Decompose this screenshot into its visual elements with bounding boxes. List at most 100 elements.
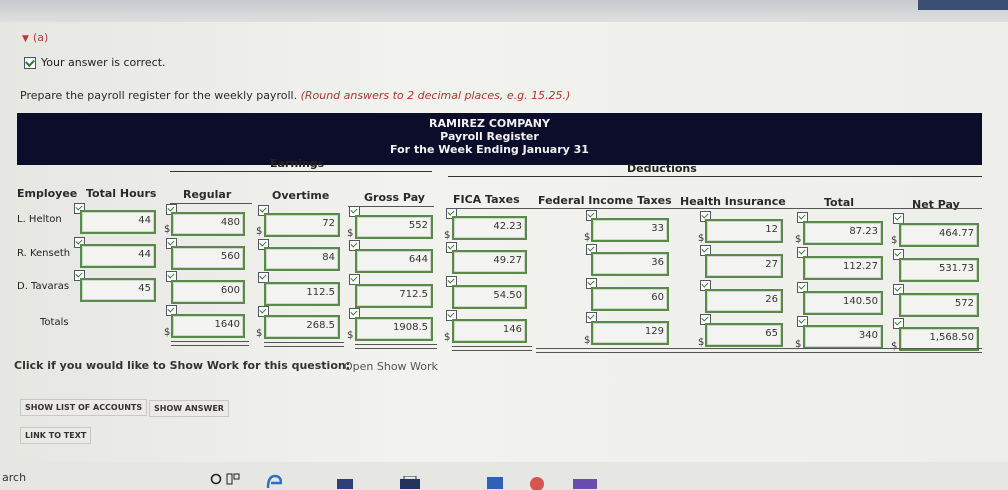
total-deductions-input[interactable]: 340 xyxy=(803,325,883,349)
fica-input[interactable]: 42.23 xyxy=(452,216,527,240)
earnings-group-label: Earnings xyxy=(270,157,325,170)
hours-input[interactable]: 45 xyxy=(80,278,156,302)
dollar-sign: $ xyxy=(256,226,263,237)
double-underline xyxy=(452,346,532,351)
total-input[interactable]: 140.50 xyxy=(803,291,883,315)
section-label: (a) xyxy=(32,31,49,44)
dollar-sign: $ xyxy=(795,234,802,245)
instructions: Prepare the payroll register for the wee… xyxy=(20,89,570,102)
net-pay-input[interactable]: 531.73 xyxy=(899,258,979,282)
gross-input[interactable]: 712.5 xyxy=(355,284,433,308)
fica-input[interactable]: 49.27 xyxy=(452,250,527,274)
col-gross: Gross Pay xyxy=(364,191,425,204)
net-pay-input[interactable]: 572 xyxy=(899,293,979,317)
dollar-sign: $ xyxy=(891,235,898,246)
net-pay-input[interactable]: 464.77 xyxy=(899,223,979,247)
link-to-text-button[interactable]: LINK TO TEXT xyxy=(20,427,92,444)
show-accounts-button[interactable]: SHOW LIST OF ACCOUNTS xyxy=(20,399,148,416)
dollar-sign: $ xyxy=(698,233,705,244)
show-work-prompt: Click if you would like to Show Work for… xyxy=(14,359,351,372)
file-explorer-icon[interactable] xyxy=(336,476,354,490)
total-input[interactable]: 112.27 xyxy=(803,256,883,280)
open-show-work-link[interactable]: Open Show Work xyxy=(344,360,438,373)
feedback-correct: Your answer is correct. xyxy=(24,56,166,69)
regular-underline xyxy=(170,203,252,204)
total-overtime-input[interactable]: 268.5 xyxy=(264,315,340,339)
health-input[interactable]: 27 xyxy=(705,254,783,278)
overtime-input[interactable]: 84 xyxy=(264,247,340,271)
col-hours: Total Hours xyxy=(86,187,157,200)
total-regular-input[interactable]: 1640 xyxy=(171,314,245,338)
double-underline xyxy=(355,344,437,349)
health-input[interactable]: 26 xyxy=(705,289,783,313)
gross-input[interactable]: 644 xyxy=(355,249,433,273)
total-fica-input[interactable]: 146 xyxy=(452,319,527,343)
double-underline xyxy=(171,341,249,346)
total-federal-input[interactable]: 129 xyxy=(591,321,669,345)
federal-input[interactable]: 33 xyxy=(591,218,669,242)
gross-underline xyxy=(348,206,434,207)
hours-input[interactable]: 44 xyxy=(80,210,156,234)
regular-input[interactable]: 600 xyxy=(171,280,245,304)
col-fica: FICA Taxes xyxy=(453,193,520,206)
employee-name: R. Kenseth xyxy=(17,248,71,259)
task-view-icon[interactable] xyxy=(226,473,240,485)
col-federal: Federal Income Taxes xyxy=(538,194,672,207)
federal-input[interactable]: 36 xyxy=(591,252,669,276)
dollar-sign: $ xyxy=(584,232,591,243)
double-underline xyxy=(536,348,982,353)
check-icon xyxy=(24,56,36,69)
health-input[interactable]: 12 xyxy=(705,219,783,243)
cortana-icon[interactable] xyxy=(210,473,222,485)
rounding-note: (Round answers to 2 decimal places, e.g.… xyxy=(300,89,571,102)
regular-input[interactable]: 560 xyxy=(171,246,245,270)
deductions-group-label: Deductions xyxy=(627,162,697,175)
dollar-sign: $ xyxy=(444,230,451,241)
browser-icon[interactable] xyxy=(266,474,282,490)
register-title-block: RAMIREZ COMPANY Payroll Register For the… xyxy=(17,117,962,156)
totals-label: Totals xyxy=(40,317,69,328)
store-icon[interactable] xyxy=(398,476,422,490)
taskbar: arch xyxy=(0,462,1008,490)
col-regular: Regular xyxy=(183,188,232,201)
earnings-rule xyxy=(170,171,432,172)
overtime-input[interactable]: 72 xyxy=(264,213,340,237)
mail-icon[interactable] xyxy=(486,475,504,490)
overtime-input[interactable]: 112.5 xyxy=(264,282,340,306)
top-right-button[interactable] xyxy=(918,0,1008,10)
company-name: RAMIREZ COMPANY xyxy=(429,117,550,130)
regular-input[interactable]: 480 xyxy=(171,212,245,236)
employee-name: L. Helton xyxy=(17,214,62,225)
dollar-sign: $ xyxy=(444,332,451,343)
gross-input[interactable]: 552 xyxy=(355,215,433,239)
dollar-sign: $ xyxy=(347,228,354,239)
caret-down-icon: ▼ xyxy=(22,34,29,44)
dollar-sign: $ xyxy=(584,335,591,346)
section-a-toggle[interactable]: ▼ (a) xyxy=(22,31,48,44)
fica-input[interactable]: 54.50 xyxy=(452,285,527,309)
dollar-sign: $ xyxy=(347,330,354,341)
double-underline xyxy=(264,342,344,347)
federal-input[interactable]: 60 xyxy=(591,287,669,311)
show-answer-button[interactable]: SHOW ANSWER xyxy=(149,400,229,417)
total-gross-input[interactable]: 1908.5 xyxy=(355,317,433,341)
total-input[interactable]: 87.23 xyxy=(803,221,883,245)
dollar-sign: $ xyxy=(164,327,171,338)
deductions-underline xyxy=(448,208,982,209)
dollar-sign: $ xyxy=(698,337,705,348)
col-employee: Employee xyxy=(17,187,78,200)
instructions-text: Prepare the payroll register for the wee… xyxy=(20,89,298,102)
deductions-rule xyxy=(448,176,982,177)
dollar-sign: $ xyxy=(256,328,263,339)
dollar-sign: $ xyxy=(164,224,171,235)
feedback-text: Your answer is correct. xyxy=(41,56,166,69)
employee-name: D. Tavaras xyxy=(17,281,70,292)
total-health-input[interactable]: 65 xyxy=(705,323,783,347)
hours-input[interactable]: 44 xyxy=(80,244,156,268)
app-icon[interactable] xyxy=(572,477,598,490)
taskbar-search[interactable]: arch xyxy=(2,471,26,484)
col-overtime: Overtime xyxy=(272,189,330,202)
col-health: Health Insurance xyxy=(680,195,786,208)
chrome-icon[interactable] xyxy=(528,475,546,490)
register-period: For the Week Ending January 31 xyxy=(390,143,589,156)
